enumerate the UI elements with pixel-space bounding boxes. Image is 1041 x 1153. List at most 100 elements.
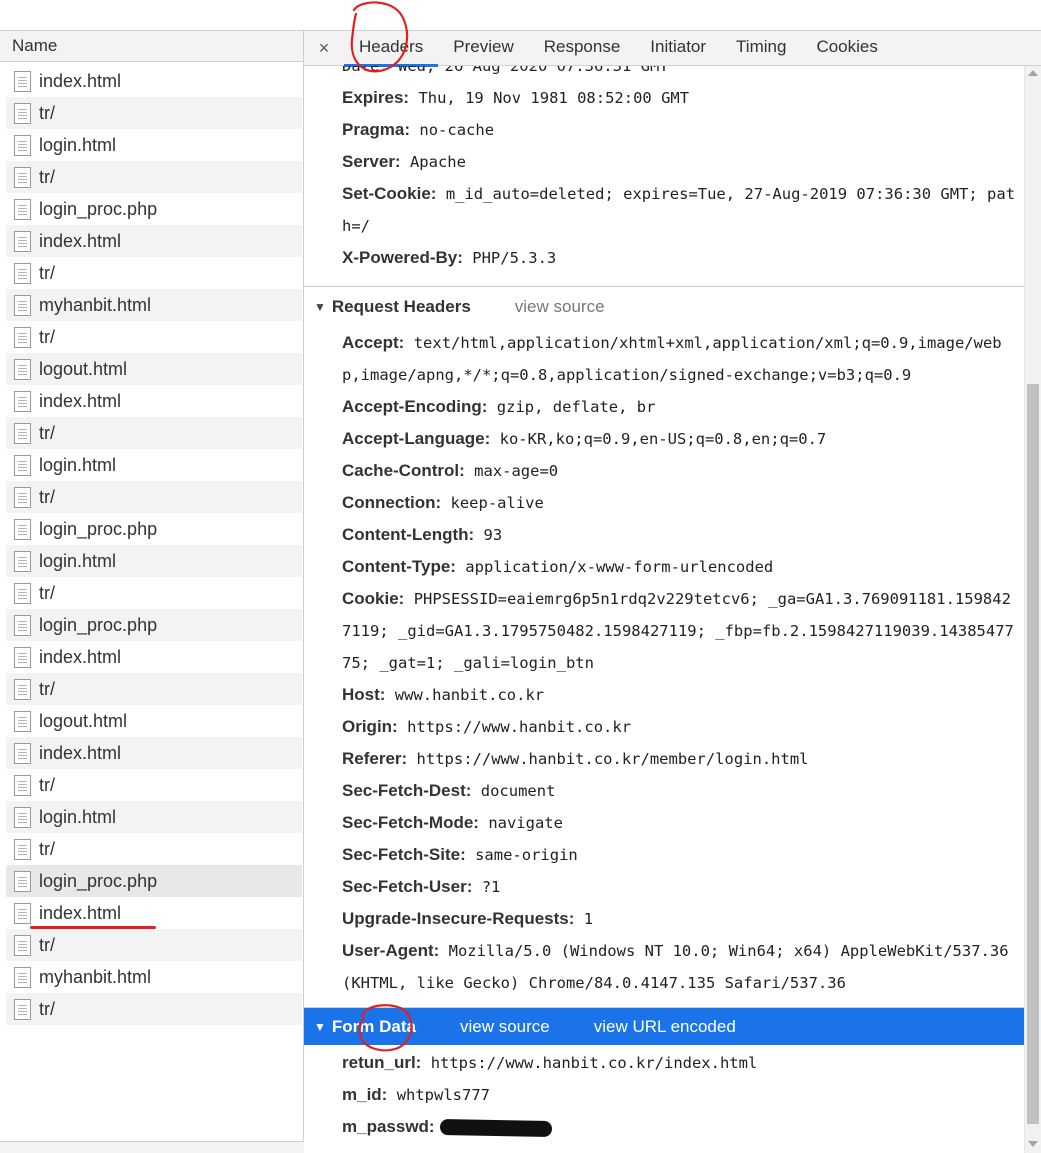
headers-content: Date: Wed, 26 Aug 2020 07:36:31 GMT Expi… bbox=[304, 66, 1024, 1153]
header-row: Accept: text/html,application/xhtml+xml,… bbox=[304, 327, 1024, 391]
request-list-item[interactable]: tr/ bbox=[6, 481, 302, 513]
document-icon bbox=[14, 998, 31, 1020]
request-list-item[interactable]: login_proc.php bbox=[6, 865, 302, 897]
request-list-item[interactable]: index.html bbox=[6, 641, 302, 673]
close-icon[interactable]: × bbox=[304, 38, 344, 59]
scroll-up-arrow-icon[interactable] bbox=[1028, 70, 1038, 76]
request-list-item[interactable]: tr/ bbox=[6, 929, 302, 961]
header-row: Set-Cookie: m_id_auto=deleted; expires=T… bbox=[304, 178, 1024, 242]
request-list-item[interactable]: logout.html bbox=[6, 353, 302, 385]
request-list-item[interactable]: login_proc.php bbox=[6, 513, 302, 545]
header-value: no-cache bbox=[419, 121, 495, 139]
header-key: Content-Length: bbox=[342, 525, 475, 544]
header-key: Sec-Fetch-Mode: bbox=[342, 813, 479, 832]
request-list-item[interactable]: tr/ bbox=[6, 993, 302, 1025]
tab-initiator[interactable]: Initiator bbox=[635, 31, 721, 65]
request-list-panel: Name index.html tr/login.html tr/login_pro… bbox=[0, 30, 304, 1153]
request-headers-section[interactable]: ▼ Request Headers view source bbox=[304, 286, 1024, 326]
request-name: tr/ bbox=[39, 486, 55, 507]
header-value: https://www.hanbit.co.kr bbox=[407, 718, 632, 736]
request-list-item[interactable]: tr/ bbox=[6, 577, 302, 609]
request-list-item[interactable]: login_proc.php bbox=[6, 609, 302, 641]
request-list-item[interactable]: login.html bbox=[6, 449, 302, 481]
request-list-item[interactable]: tr/ bbox=[6, 833, 302, 865]
header-row: Upgrade-Insecure-Requests: 1 bbox=[304, 903, 1024, 935]
header-value: navigate bbox=[488, 814, 563, 832]
request-list-item[interactable]: login.html bbox=[6, 129, 302, 161]
header-key: Server: bbox=[342, 152, 401, 171]
request-list-item[interactable]: myhanbit.html bbox=[6, 961, 302, 993]
request-list-item[interactable]: tr/ bbox=[6, 417, 302, 449]
header-key: Cookie: bbox=[342, 589, 405, 608]
header-value: Apache bbox=[409, 153, 466, 171]
form-data-view-source-link[interactable]: view source bbox=[460, 1017, 550, 1037]
form-data-view-url-encoded-link[interactable]: view URL encoded bbox=[594, 1017, 736, 1037]
request-list-item[interactable]: index.html bbox=[6, 225, 302, 257]
request-name: index.html bbox=[39, 230, 122, 251]
tab-timing[interactable]: Timing bbox=[721, 31, 801, 65]
header-row: X-Powered-By: PHP/5.3.3 bbox=[304, 242, 1024, 274]
form-data-title: Form Data bbox=[331, 1016, 416, 1036]
response-header-cut-row: Date: Wed, 26 Aug 2020 07:36:31 GMT bbox=[304, 66, 1024, 82]
header-key: m_passwd: bbox=[342, 1117, 435, 1136]
response-headers: Expires: Thu, 19 Nov 1981 08:52:00 GMT Pr… bbox=[304, 82, 1024, 274]
request-name: logout.html bbox=[39, 710, 128, 731]
header-row: Connection: keep-alive bbox=[304, 487, 1024, 519]
request-name: tr/ bbox=[39, 262, 55, 283]
request-name: tr/ bbox=[39, 838, 55, 859]
detail-tabbar: × Headers Preview Response Initiator Tim… bbox=[304, 30, 1041, 67]
form-data-section[interactable]: ▼ Form Data view source view URL encoded bbox=[304, 1007, 1024, 1045]
request-name: login.html bbox=[39, 454, 117, 475]
request-list-item[interactable]: index.html bbox=[6, 737, 302, 769]
header-row: Host: www.hanbit.co.kr bbox=[304, 679, 1024, 711]
header-value: application/x-www-form-urlencoded bbox=[465, 558, 774, 576]
document-icon bbox=[14, 550, 31, 572]
header-key: Expires: bbox=[342, 88, 410, 107]
header-value: https://www.hanbit.co.kr/index.html bbox=[430, 1054, 758, 1072]
header-key: Accept: bbox=[342, 333, 405, 352]
request-list-item[interactable]: logout.html bbox=[6, 705, 302, 737]
header-key: m_id: bbox=[342, 1085, 388, 1104]
request-list-item[interactable]: index.html bbox=[6, 385, 302, 417]
scroll-down-arrow-icon[interactable] bbox=[1028, 1141, 1038, 1147]
document-icon bbox=[14, 262, 31, 284]
header-value: 1 bbox=[583, 910, 594, 928]
header-key: Set-Cookie: bbox=[342, 184, 437, 203]
form-data: retun_url: https://www.hanbit.co.kr/inde… bbox=[304, 1045, 1024, 1143]
request-list-item[interactable]: index.html bbox=[6, 897, 302, 929]
request-name: index.html bbox=[39, 902, 122, 923]
document-icon bbox=[14, 934, 31, 956]
request-list: index.html tr/login.html tr/login_proc.php… bbox=[6, 65, 302, 1025]
request-list-item[interactable]: tr/ bbox=[6, 161, 302, 193]
request-list-item[interactable]: login_proc.php bbox=[6, 193, 302, 225]
request-list-item[interactable]: myhanbit.html bbox=[6, 289, 302, 321]
document-icon bbox=[14, 134, 31, 156]
expand-triangle-icon[interactable]: ▼ bbox=[314, 1020, 326, 1034]
header-row: Sec-Fetch-Mode: navigate bbox=[304, 807, 1024, 839]
tab-response[interactable]: Response bbox=[529, 31, 636, 65]
document-icon bbox=[14, 582, 31, 604]
request-list-item[interactable]: tr/ bbox=[6, 257, 302, 289]
tab-headers[interactable]: Headers bbox=[344, 31, 439, 67]
request-list-item[interactable]: tr/ bbox=[6, 321, 302, 353]
vertical-scrollbar[interactable] bbox=[1024, 66, 1041, 1153]
document-icon bbox=[14, 294, 31, 316]
scroll-thumb[interactable] bbox=[1027, 384, 1039, 1124]
request-headers-view-source-link[interactable]: view source bbox=[515, 297, 605, 317]
header-value: same-origin bbox=[475, 846, 578, 864]
header-row: User-Agent: Mozilla/5.0 (Windows NT 10.0… bbox=[304, 935, 1024, 999]
expand-triangle-icon[interactable]: ▼ bbox=[314, 300, 326, 314]
header-key: Upgrade-Insecure-Requests: bbox=[342, 909, 575, 928]
request-list-item[interactable]: login.html bbox=[6, 545, 302, 577]
name-column-header[interactable]: Name bbox=[0, 30, 303, 62]
request-list-item[interactable]: login.html bbox=[6, 801, 302, 833]
header-key: Connection: bbox=[342, 493, 442, 512]
request-list-item[interactable]: tr/ bbox=[6, 769, 302, 801]
request-headers-title: Request Headers bbox=[331, 296, 471, 316]
request-list-item[interactable]: index.html bbox=[6, 65, 302, 97]
tab-preview[interactable]: Preview bbox=[438, 31, 528, 65]
request-list-item[interactable]: tr/ bbox=[6, 97, 302, 129]
tab-cookies[interactable]: Cookies bbox=[801, 31, 892, 65]
request-list-item[interactable]: tr/ bbox=[6, 673, 302, 705]
request-name: index.html bbox=[39, 742, 122, 763]
